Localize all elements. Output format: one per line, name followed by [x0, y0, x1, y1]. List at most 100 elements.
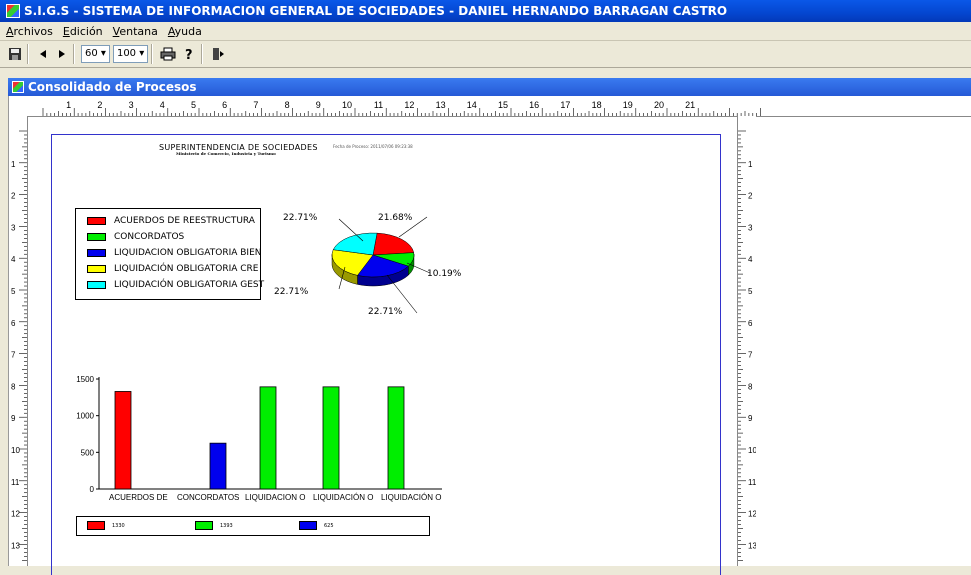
ruler-number: 11 [374, 100, 383, 110]
ruler-number: 7 [11, 351, 16, 360]
ruler-number: 7 [253, 100, 258, 110]
legend-label: CONCORDATOS [114, 232, 185, 242]
vertical-ruler-left: 1234567891011121314 [9, 116, 28, 575]
y-tick-label: 0 [90, 485, 95, 494]
ruler-number: 9 [11, 414, 16, 423]
ruler-number: 5 [11, 287, 16, 296]
ruler-number: 12 [11, 510, 20, 519]
next-page-button[interactable] [54, 44, 70, 64]
bar [259, 386, 277, 490]
ruler-number: 1 [748, 160, 753, 169]
ruler-number: 13 [436, 100, 446, 110]
report-date: Fecha de Proceso: 2011/07/06 09:23:38 [333, 144, 413, 149]
bar [209, 442, 227, 490]
menu-ayuda[interactable]: Ayuda [168, 25, 202, 38]
zoom-value-1: 60 [85, 48, 98, 59]
ruler-number: 5 [191, 100, 196, 110]
ruler-number: 6 [222, 100, 227, 110]
toolbar-separator [73, 44, 75, 64]
bar-legend-label: 625 [324, 522, 334, 529]
vertical-ruler-right: 1234567891011121314 [737, 116, 757, 575]
report-viewer: 1 2 3 4 5 6 7 8 9 10 11 12 13 14 15 16 17 18 19 20 21 123456… [8, 96, 971, 575]
bar [114, 391, 132, 490]
ruler-number: 11 [11, 478, 20, 487]
legend-swatch [87, 217, 106, 225]
bar-legend-label: 1330 [112, 522, 125, 529]
zoom-select-2[interactable]: 100 ▾ [112, 44, 149, 64]
menu-edicion[interactable]: Edición [63, 25, 103, 38]
x-tick-label: LIQUIDACIÓN O [381, 493, 441, 502]
ruler-number: 12 [748, 510, 756, 519]
exit-button[interactable] [209, 44, 227, 64]
pie-label: 10.19% [427, 269, 462, 279]
toolbar-separator [201, 44, 204, 64]
legend-swatch [299, 521, 317, 530]
menu-ventana[interactable]: Ventana [113, 25, 158, 38]
ruler-number: 8 [285, 100, 290, 110]
legend-swatch [87, 233, 106, 241]
horizontal-ruler: 1 2 3 4 5 6 7 8 9 10 11 12 13 14 15 16 17 18 19 20 21 [27, 96, 971, 117]
legend-item: ACUERDOS DE REESTRUCTURA [87, 216, 255, 226]
ruler-number: 8 [748, 382, 753, 391]
report-page: SUPERINTENDENCIA DE SOCIEDADES Ministeri… [51, 134, 721, 575]
legend-label: LIQUIDACION OBLIGATORIA BIEN [114, 248, 262, 258]
legend-label: ACUERDOS DE REESTRUCTURA [114, 216, 255, 226]
pie-legend: ACUERDOS DE REESTRUCTURA CONCORDATOS LIQ… [75, 208, 265, 300]
ruler-number: 4 [748, 255, 753, 264]
x-tick-label: ACUERDOS DE [109, 493, 168, 502]
pie-label: 21.68% [378, 213, 413, 223]
y-tick-label: 1000 [76, 412, 94, 421]
legend-swatch [87, 265, 106, 273]
legend-label: LIQUIDACIÓN OBLIGATORIA CRE [114, 264, 259, 274]
bar-legend: 1330 1393 625 [76, 516, 430, 536]
ruler-number: 6 [11, 319, 16, 328]
y-tick-label: 500 [81, 448, 95, 457]
ruler-number: 3 [11, 223, 16, 232]
ruler-number: 7 [748, 351, 753, 360]
legend-item: CONCORDATOS [87, 232, 184, 242]
bar [387, 386, 405, 490]
legend-label: LIQUIDACIÓN OBLIGATORIA GEST [114, 280, 265, 290]
legend-swatch [87, 281, 106, 289]
legend-swatch [195, 521, 213, 530]
prev-page-button[interactable] [35, 44, 51, 64]
ruler-number: 3 [129, 100, 134, 110]
ruler-number: 18 [592, 100, 602, 110]
ruler-number: 15 [498, 100, 508, 110]
zoom-select-1[interactable]: 60 ▾ [81, 44, 110, 64]
ruler-number: 17 [560, 100, 570, 110]
help-button[interactable]: ? [180, 44, 198, 64]
ruler-number: 1 [11, 160, 16, 169]
ruler-number: 13 [748, 541, 756, 550]
dropdown-arrow-icon: ▾ [100, 48, 106, 59]
svg-text:?: ? [185, 48, 193, 61]
print-button[interactable] [159, 44, 177, 64]
toolbar-separator [27, 44, 29, 64]
ruler-number: 9 [316, 100, 321, 110]
bar-chart: 0 500 1000 1500 ACUERDOS DE CONCORDATOS LIQUID… [76, 375, 442, 502]
document-title: Consolidado de Procesos [28, 80, 197, 94]
document-titlebar: Consolidado de Procesos [8, 78, 971, 96]
bar-legend-label: 1393 [220, 522, 233, 529]
ruler-number: 14 [467, 100, 477, 110]
ruler-number: 9 [748, 414, 753, 423]
menu-bar: Archivos Edición Ventana Ayuda [0, 22, 971, 41]
save-icon [9, 48, 21, 60]
bar [322, 386, 340, 490]
pie-label: 22.71% [274, 287, 309, 297]
ruler-number: 20 [654, 100, 664, 110]
window-titlebar: S.I.G.S - SISTEMA DE INFORMACION GENERAL… [0, 0, 971, 22]
menu-archivos[interactable]: Archivos [6, 25, 53, 38]
ruler-number: 4 [160, 100, 165, 110]
app-icon [6, 4, 20, 18]
dropdown-arrow-icon: ▾ [139, 48, 145, 59]
ruler-number: 16 [529, 100, 539, 110]
legend-item: LIQUIDACIÓN OBLIGATORIA CRE [87, 264, 258, 274]
ruler-number: 10 [11, 446, 20, 455]
ruler-number: 2 [748, 192, 753, 201]
legend-swatch [87, 521, 105, 530]
bar-legend-item: 625 [299, 521, 334, 530]
ruler-number: 13 [11, 541, 20, 550]
ruler-number: 8 [11, 382, 16, 391]
save-button[interactable] [6, 44, 24, 64]
